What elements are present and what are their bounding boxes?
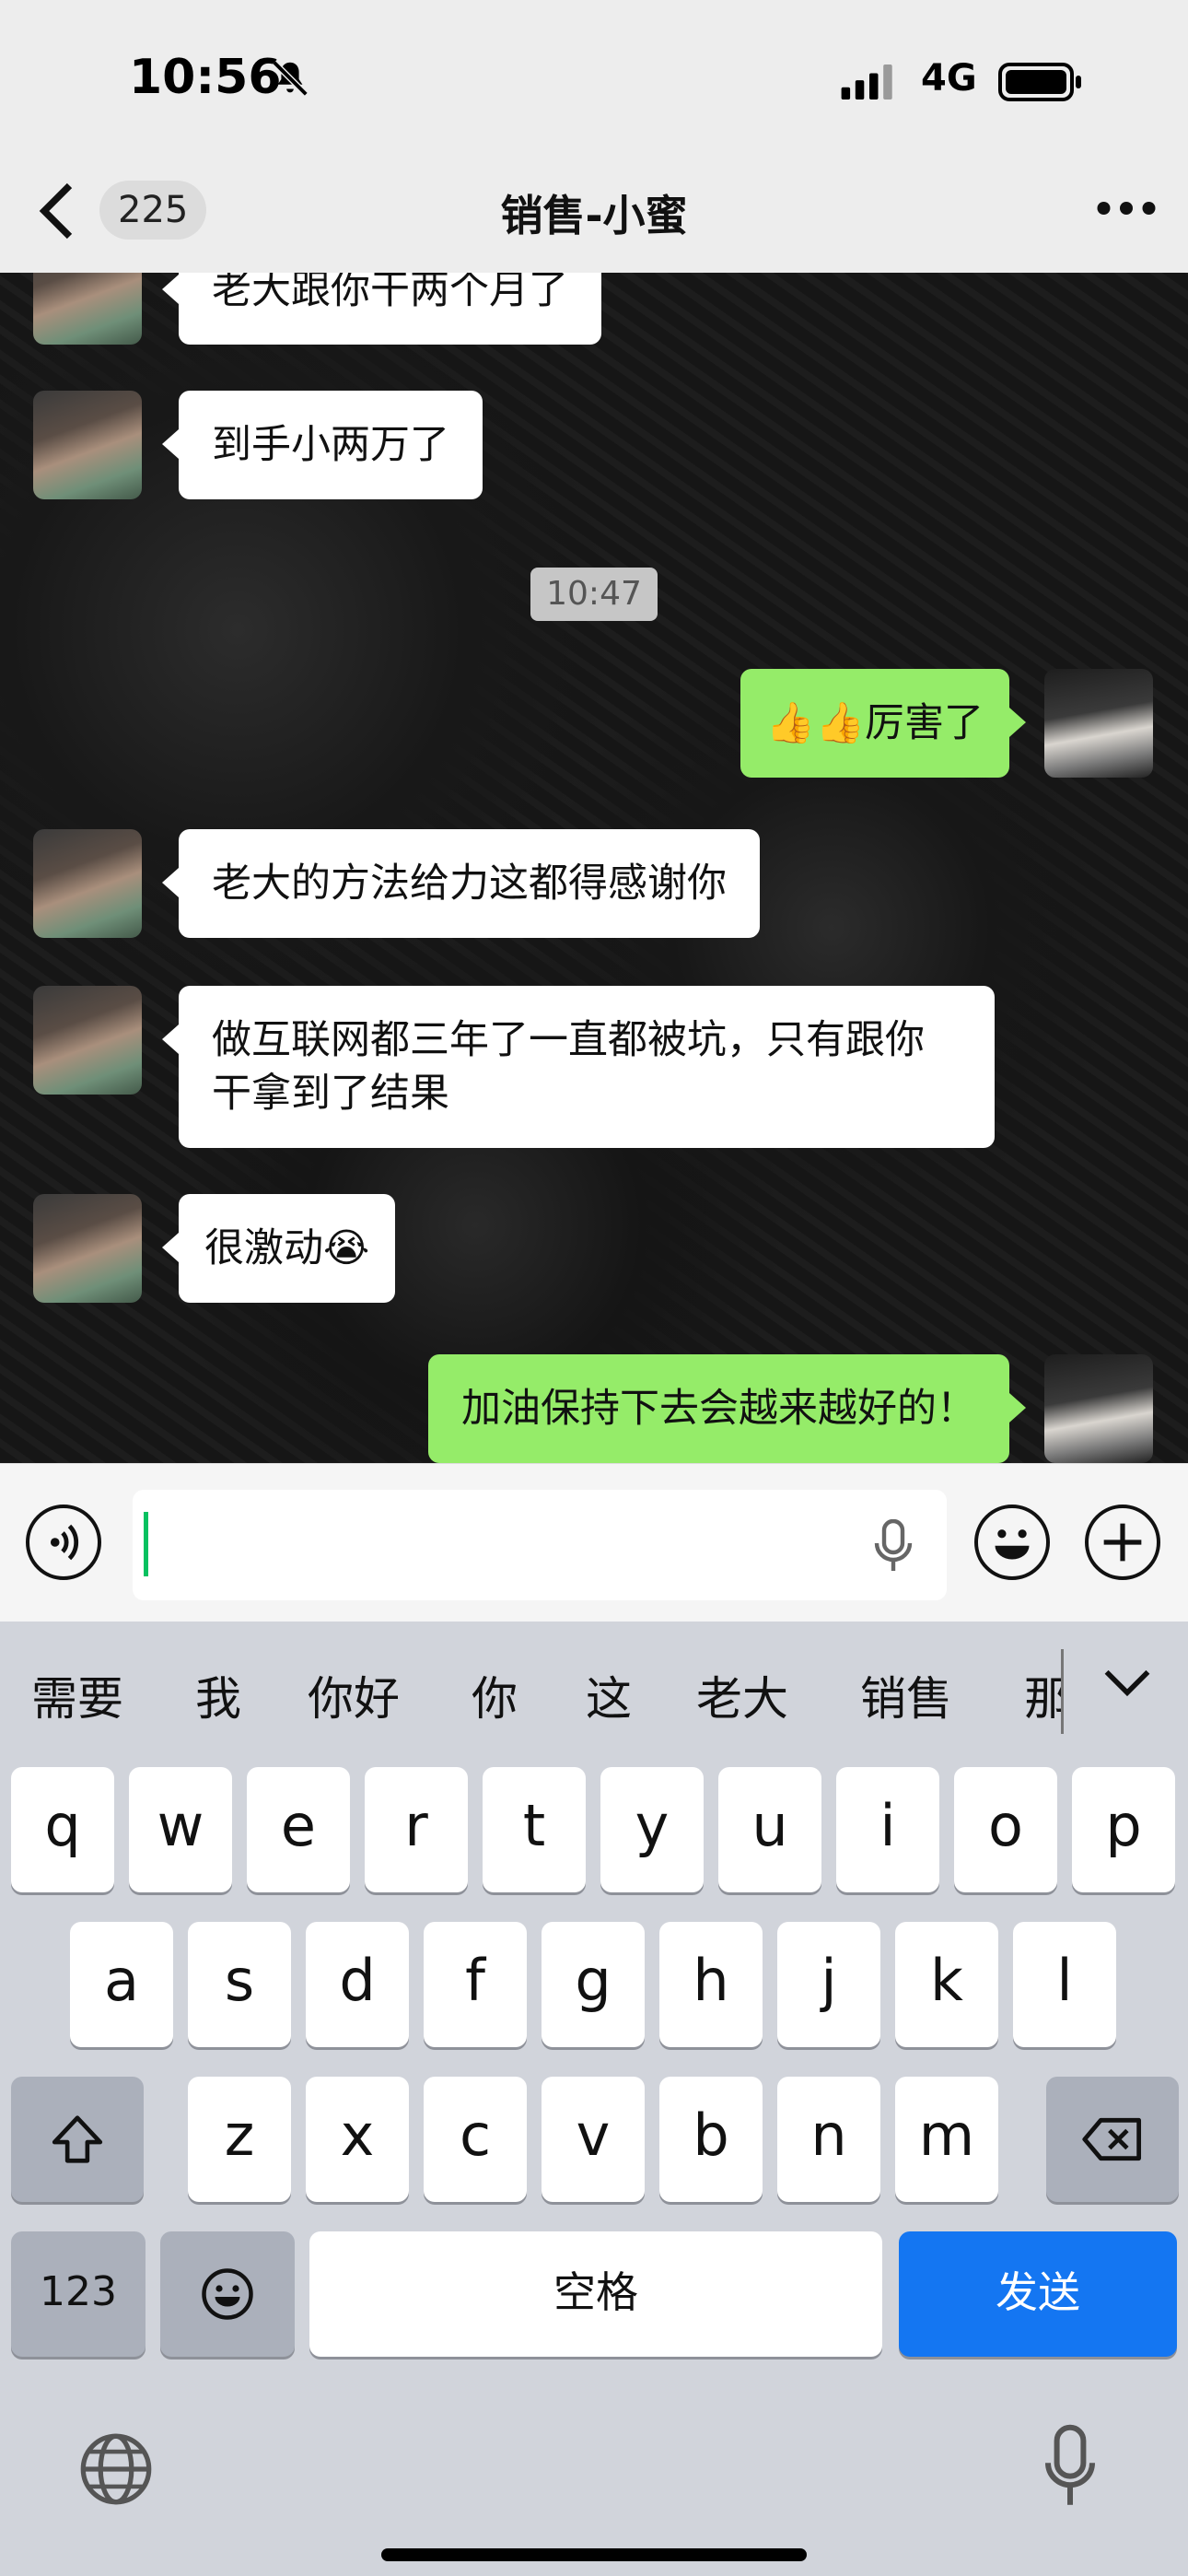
candidate-word[interactable]: 你	[472, 1662, 518, 1728]
chat-messages[interactable]: 老大跟你干两个月了 到手小两万了 10:47 👍👍厉害了 老大的方法给力这都得感…	[0, 273, 1188, 1463]
key-f[interactable]: f	[424, 1922, 527, 2047]
candidate-word[interactable]: 你好	[308, 1662, 400, 1728]
key-h[interactable]: h	[659, 1922, 763, 2047]
candidate-word[interactable]: 这	[586, 1662, 632, 1728]
key-g[interactable]: g	[542, 1922, 645, 2047]
backspace-icon	[1082, 2117, 1142, 2161]
numbers-key[interactable]: 123	[11, 2231, 146, 2357]
key-e[interactable]: e	[247, 1767, 350, 1892]
microphone-icon[interactable]	[873, 1519, 914, 1575]
voice-mode-icon[interactable]	[26, 1505, 101, 1580]
my-avatar[interactable]	[1044, 669, 1153, 778]
plus-icon[interactable]	[1085, 1505, 1160, 1580]
key-y[interactable]: y	[600, 1767, 704, 1892]
key-u[interactable]: u	[718, 1767, 821, 1892]
silent-bell-icon	[272, 60, 309, 97]
more-options-icon[interactable]	[1094, 182, 1159, 234]
message-bubble-incoming[interactable]: 老大的方法给力这都得感谢你	[162, 829, 760, 938]
candidate-word[interactable]: 老大	[696, 1662, 788, 1728]
key-v[interactable]: v	[542, 2077, 645, 2202]
candidate-word[interactable]: 销售	[860, 1662, 952, 1728]
candidate-word[interactable]: 我	[195, 1662, 241, 1728]
network-type: 4G	[921, 57, 977, 100]
key-q[interactable]: q	[11, 1767, 114, 1892]
contact-avatar[interactable]	[33, 986, 142, 1095]
key-o[interactable]: o	[954, 1767, 1057, 1892]
my-avatar[interactable]	[1044, 1354, 1153, 1463]
dictation-microphone-icon[interactable]	[1042, 2423, 1098, 2512]
key-w[interactable]: w	[129, 1767, 232, 1892]
key-a[interactable]: a	[70, 1922, 173, 2047]
key-c[interactable]: c	[424, 2077, 527, 2202]
message-timestamp: 10:47	[530, 568, 658, 621]
key-r[interactable]: r	[365, 1767, 468, 1892]
keyboard: 需要 我 你好 你 这 老大 销售 那 q w e r t y u i o p …	[0, 1622, 1188, 2576]
message-bubble-outgoing[interactable]: 👍👍厉害了	[740, 669, 1027, 778]
expand-candidates-chevron-icon[interactable]	[1101, 1662, 1153, 1703]
contact-avatar[interactable]	[33, 829, 142, 938]
key-n[interactable]: n	[777, 2077, 880, 2202]
cell-signal-icon	[841, 64, 892, 100]
space-key[interactable]: 空格	[309, 2231, 882, 2357]
key-l[interactable]: l	[1013, 1922, 1116, 2047]
key-s[interactable]: s	[188, 1922, 291, 2047]
text-cursor	[144, 1512, 148, 1576]
message-bubble-incoming[interactable]: 到手小两万了	[162, 391, 483, 499]
top-bar: 10:56 4G 225 销售-小蜜	[0, 0, 1188, 273]
shift-key[interactable]	[11, 2077, 144, 2202]
key-p[interactable]: p	[1072, 1767, 1175, 1892]
key-x[interactable]: x	[306, 2077, 409, 2202]
key-d[interactable]: d	[306, 1922, 409, 2047]
candidate-word[interactable]: 那	[1024, 1662, 1063, 1728]
home-indicator[interactable]	[381, 2548, 807, 2561]
candidate-bar: 需要 我 你好 你 这 老大 销售 那	[0, 1622, 1188, 1760]
key-b[interactable]: b	[659, 2077, 763, 2202]
contact-avatar[interactable]	[33, 1194, 142, 1303]
shift-arrow-icon	[52, 2115, 103, 2163]
contact-avatar[interactable]	[33, 391, 142, 499]
input-bar	[0, 1463, 1188, 1622]
key-t[interactable]: t	[483, 1767, 586, 1892]
message-bubble-incoming[interactable]: 老大跟你干两个月了	[162, 273, 601, 345]
message-bubble-incoming[interactable]: 做互联网都三年了一直都被坑，只有跟你干拿到了结果	[162, 986, 995, 1148]
key-k[interactable]: k	[895, 1922, 998, 2047]
key-z[interactable]: z	[188, 2077, 291, 2202]
globe-icon[interactable]	[77, 2430, 155, 2508]
status-bar: 10:56 4G	[0, 48, 1188, 122]
candidate-divider	[1061, 1649, 1064, 1734]
send-key[interactable]: 发送	[899, 2231, 1177, 2357]
contact-avatar[interactable]	[33, 273, 142, 345]
message-bubble-outgoing[interactable]: 加油保持下去会越来越好的！	[428, 1354, 1026, 1463]
message-input[interactable]	[133, 1490, 947, 1600]
key-m[interactable]: m	[895, 2077, 998, 2202]
candidate-word[interactable]: 需要	[31, 1662, 123, 1728]
key-j[interactable]: j	[777, 1922, 880, 2047]
backspace-key[interactable]	[1046, 2077, 1179, 2202]
status-time: 10:56	[129, 50, 282, 105]
chat-header: 225 销售-小蜜	[0, 166, 1188, 258]
emoji-key[interactable]	[160, 2231, 295, 2357]
emoji-icon[interactable]	[974, 1505, 1050, 1580]
battery-icon	[998, 63, 1081, 101]
message-bubble-incoming[interactable]: 很激动😭	[161, 1194, 396, 1303]
page-title: 销售-小蜜	[500, 191, 688, 240]
emoji-icon	[202, 2268, 253, 2320]
key-i[interactable]: i	[836, 1767, 939, 1892]
